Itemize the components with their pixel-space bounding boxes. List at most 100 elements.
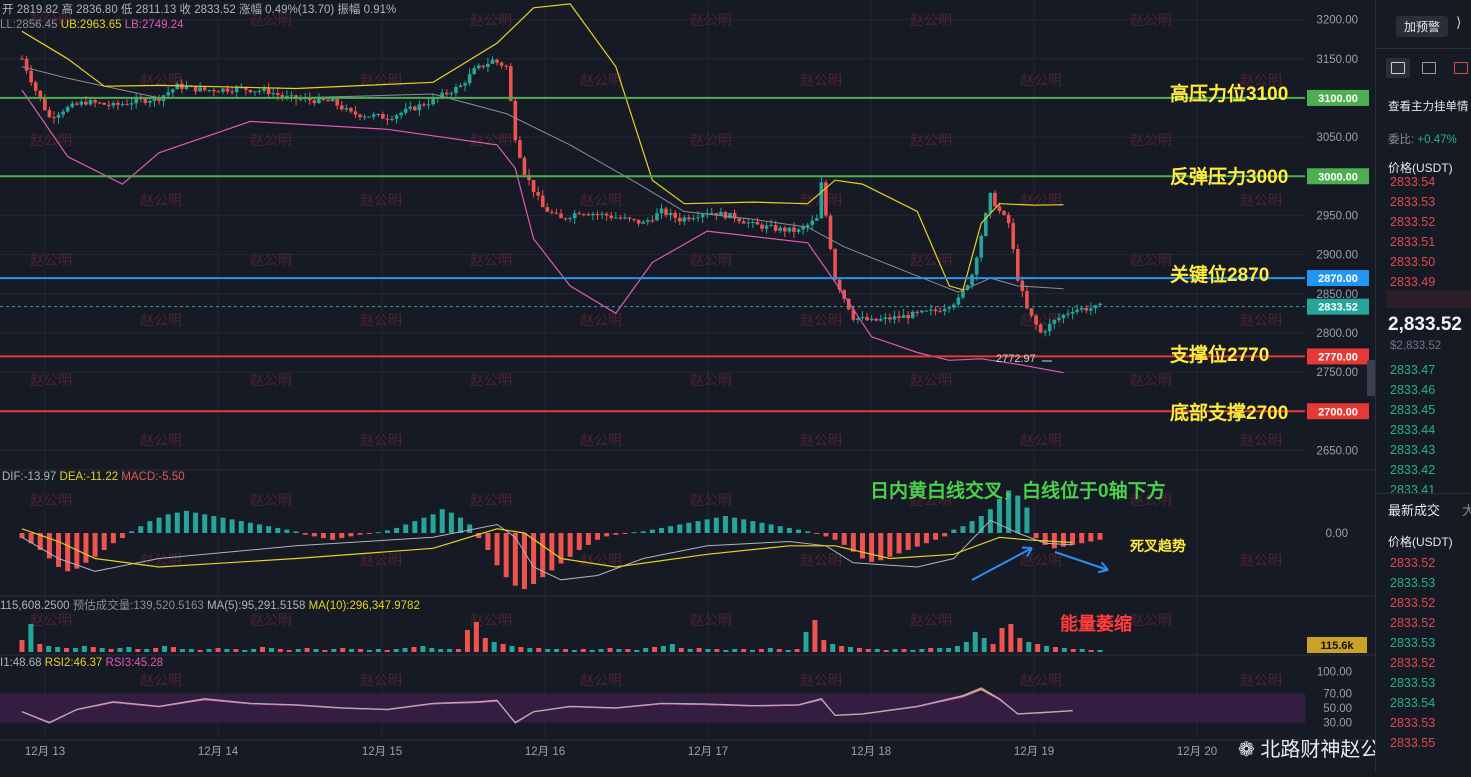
volume-bar	[963, 642, 969, 652]
trades-tab-latest[interactable]: 最新成交	[1388, 500, 1440, 519]
candle-body	[1015, 249, 1020, 281]
volume-bar	[286, 650, 292, 652]
trade-row[interactable]: 2833.55	[1390, 736, 1435, 756]
label-rebound-pressure: 反弹压力3000	[1170, 167, 1289, 188]
bid-row[interactable]: 2833.46	[1390, 383, 1435, 403]
level-price-text: 3100.00	[1318, 93, 1358, 105]
watermark-text: 赵公明	[250, 372, 292, 388]
bid-row[interactable]: 2833.47	[1390, 363, 1435, 383]
watermark-text: 赵公明	[690, 492, 732, 508]
candle-body	[184, 86, 189, 89]
y-axis-tick: 3200.00	[1316, 15, 1358, 27]
ratio-value: +0.47%	[1417, 134, 1457, 146]
candle-body	[778, 227, 783, 231]
watermark-text: 赵公明	[1020, 672, 1062, 688]
candle-body	[773, 225, 778, 231]
ask-row[interactable]: 2833.52	[1390, 215, 1435, 235]
ask-row[interactable]: 2833.50	[1390, 255, 1435, 275]
trade-row[interactable]: 2833.52	[1390, 596, 1435, 616]
macd-bar	[348, 533, 354, 537]
volume-bar	[420, 646, 426, 652]
volume-bar	[64, 648, 70, 652]
macd-bar	[174, 512, 180, 533]
candle-body	[495, 59, 499, 63]
candle-body	[1047, 323, 1052, 332]
macd-bar	[997, 499, 1003, 533]
trade-row[interactable]: 2833.52	[1390, 616, 1435, 636]
ask-row[interactable]: 2833.51	[1390, 235, 1435, 255]
candle-body	[956, 297, 961, 305]
candle-body	[563, 218, 568, 220]
candle-body	[1038, 324, 1043, 333]
macd-bar	[796, 529, 802, 533]
candle-body	[504, 65, 508, 67]
candle-body	[106, 104, 111, 106]
macd-bar	[741, 519, 747, 533]
macd-bar	[320, 533, 326, 539]
macd-bar	[841, 533, 847, 545]
bid-row[interactable]: 2833.43	[1390, 443, 1435, 463]
candle-body	[545, 207, 550, 212]
candle-body	[518, 140, 522, 158]
volume-bar	[910, 650, 916, 652]
watermark-text: 赵公明	[580, 312, 622, 328]
macd-bar	[403, 524, 409, 533]
watermark-text: 赵公明	[30, 132, 72, 148]
candle-body	[595, 214, 600, 216]
watermark-text: 赵公明	[30, 252, 72, 268]
trade-row[interactable]: 2833.53	[1390, 716, 1435, 736]
macd-bar	[859, 533, 865, 559]
candle-body	[70, 103, 75, 108]
trade-row[interactable]: 2833.53	[1390, 636, 1435, 656]
macd-bar	[923, 533, 929, 544]
orderbook-mode-buy-icon[interactable]	[1422, 62, 1436, 77]
orderbook-title[interactable]: 查看主力挂单情	[1388, 98, 1469, 114]
trade-row[interactable]: 2833.53	[1390, 676, 1435, 696]
kline-chart[interactable]: 赵公明 赵公明 赵公明 赵公明 赵公明 赵公明赵公明 赵公明 赵公明 赵公明 赵公明 赵公明赵公明赵…	[0, 0, 1375, 772]
volume-bar	[714, 649, 720, 652]
add-alert-button[interactable]: 加预警	[1396, 16, 1449, 37]
candle-body	[129, 103, 134, 105]
candle-body	[783, 227, 787, 232]
collapse-toggle[interactable]: ⟩	[1456, 14, 1461, 31]
candle-body	[974, 257, 979, 275]
watermark-text: 赵公明	[1240, 312, 1282, 328]
panel-collapse-handle[interactable]	[1367, 360, 1375, 396]
rsi-axis-tick: 70.00	[1323, 689, 1352, 701]
candle-body	[933, 309, 938, 312]
volume-bar	[607, 648, 613, 652]
macd-bar	[686, 522, 692, 533]
trades-tab-large[interactable]: 大	[1462, 500, 1471, 519]
bid-row[interactable]: 2833.44	[1390, 423, 1435, 443]
macd-bar	[969, 521, 975, 533]
watermark-text: 赵公明	[250, 252, 292, 268]
watermark-text: 赵公明	[690, 612, 732, 628]
watermark-text: 赵公明	[360, 552, 402, 568]
volume-bar	[883, 650, 889, 652]
volume-bar	[197, 650, 203, 652]
rsi3-value: RSI3:45.28	[105, 657, 164, 669]
trade-row[interactable]: 2833.52	[1390, 656, 1435, 676]
orderbook-mode-both-icon[interactable]	[1386, 58, 1410, 78]
orderbook-mode-sell-icon[interactable]	[1454, 62, 1468, 77]
boll-ub: UB:2963.65	[60, 19, 122, 31]
volume-bar	[625, 649, 631, 652]
bid-row[interactable]: 2833.45	[1390, 403, 1435, 423]
ask-row[interactable]: 2833.53	[1390, 195, 1435, 215]
volume-bar	[954, 646, 960, 652]
trade-row[interactable]: 2833.52	[1390, 556, 1435, 576]
volume-bar	[1035, 644, 1041, 652]
volume-bar	[99, 648, 105, 652]
candle-body	[668, 212, 673, 216]
bid-row[interactable]: 2833.42	[1390, 463, 1435, 483]
volume-bar	[616, 649, 622, 652]
volume-bar	[554, 649, 560, 652]
chart-area[interactable]: 赵公明 赵公明 赵公明 赵公明 赵公明 赵公明 赵公明 赵公明 赵公明 赵公明 赵公明 赵公明 赵公明赵…	[0, 0, 1375, 772]
candle-body	[358, 114, 362, 118]
level-price-text: 2700.00	[1318, 406, 1358, 418]
volume-bar	[473, 622, 479, 652]
ask-row[interactable]: 2833.54	[1390, 175, 1435, 195]
trade-row[interactable]: 2833.53	[1390, 576, 1435, 596]
trade-row[interactable]: 2833.54	[1390, 696, 1435, 716]
candle-body	[636, 219, 641, 224]
